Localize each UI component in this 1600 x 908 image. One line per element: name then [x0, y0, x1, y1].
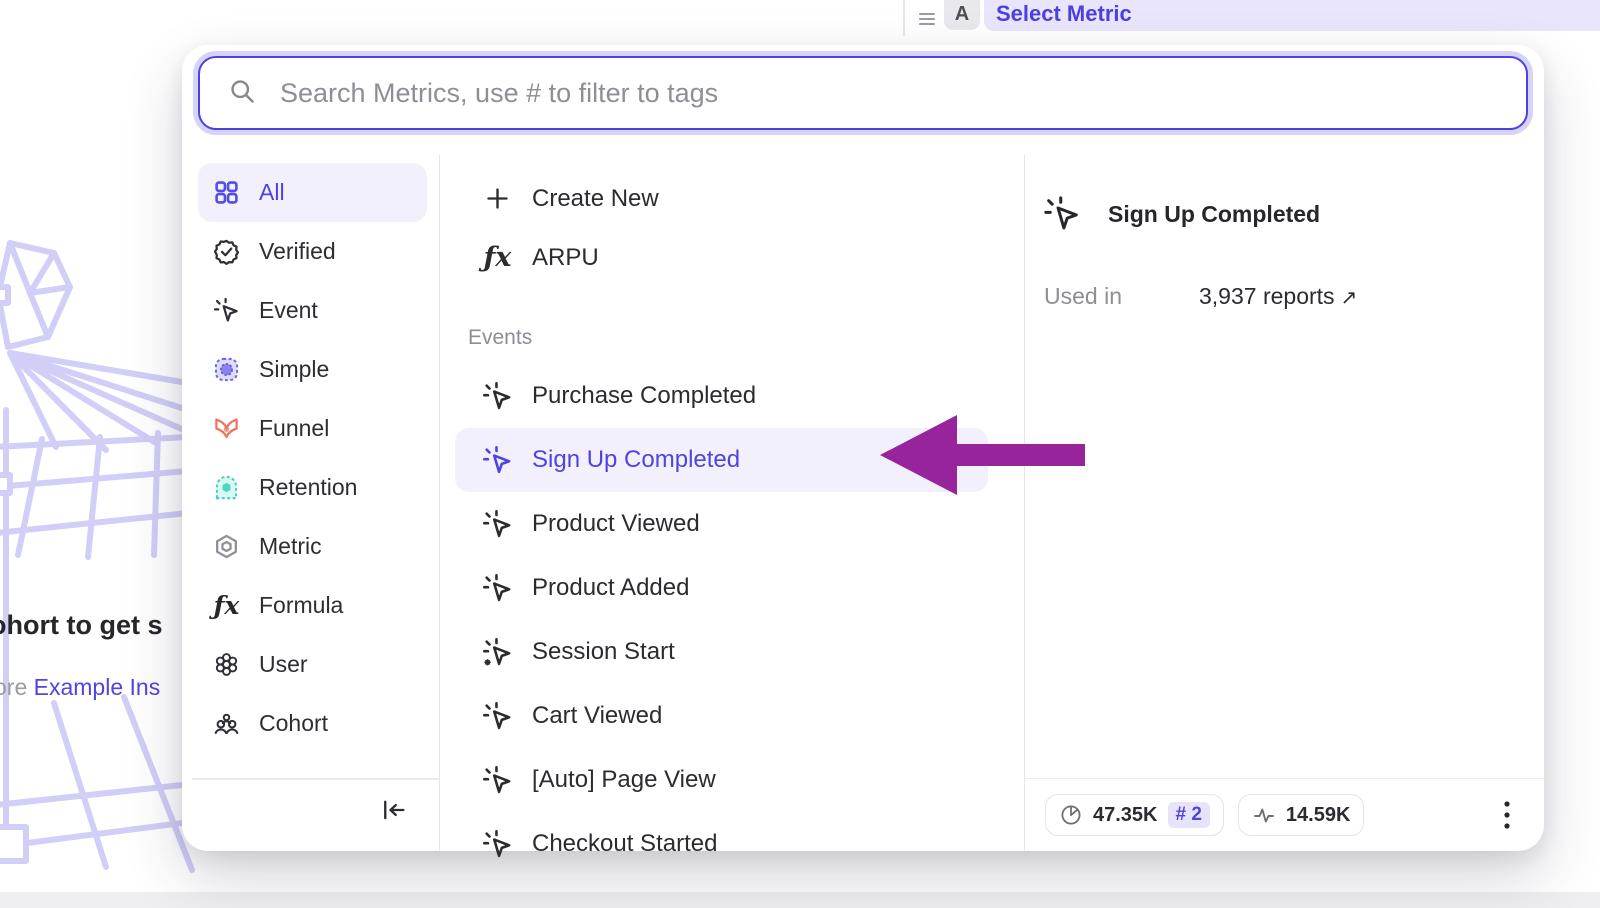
simple-shape-icon — [213, 356, 240, 383]
formula-icon: ƒx — [482, 242, 513, 273]
metric-detail-panel: Sign Up Completed Used in 3,937 reports↗ — [1024, 155, 1544, 851]
session-event-cursor-icon — [482, 637, 513, 668]
screen: A Select Metric ohort to get s or — [0, 0, 1600, 908]
event-cursor-icon — [1043, 195, 1081, 233]
search-bar[interactable] — [198, 56, 1528, 130]
activity-count-chip[interactable]: 14.59K — [1238, 794, 1365, 836]
metric-row-label: A — [944, 0, 980, 30]
sidebar-item-label: Retention — [259, 474, 357, 501]
list-item-product-viewed[interactable]: Product Viewed — [455, 492, 988, 556]
sidebar-item-cohort[interactable]: Cohort — [198, 694, 427, 753]
drag-handle-icon[interactable] — [916, 7, 938, 34]
search-input[interactable] — [278, 77, 1516, 110]
list-item-product-added[interactable]: Product Added — [455, 556, 988, 620]
list-item-cart-viewed[interactable]: Cart Viewed — [455, 684, 988, 748]
activity-icon — [1252, 803, 1276, 827]
list-item-label: Cart Viewed — [532, 702, 662, 730]
list-item-auto-page-view[interactable]: [Auto] Page View — [455, 748, 988, 812]
sidebar-item-label: Funnel — [259, 415, 329, 442]
list-item-label: Product Viewed — [532, 510, 700, 538]
event-cursor-icon — [482, 381, 513, 412]
list-item-label: ARPU — [532, 244, 599, 272]
list-item-purchase-completed[interactable]: Purchase Completed — [455, 364, 988, 428]
background-subline-prefix: ore — [0, 674, 27, 700]
sidebar-item-label: Formula — [259, 592, 343, 619]
search-icon — [228, 77, 256, 110]
reports-link[interactable]: 3,937 reports↗ — [1199, 283, 1357, 310]
event-cursor-icon — [482, 829, 513, 860]
panel-divider — [903, 0, 905, 36]
used-in-row: Used in 3,937 reports↗ — [1044, 283, 1544, 310]
event-cursor-icon — [482, 573, 513, 604]
list-item-label: [Auto] Page View — [532, 766, 716, 794]
metric-picker-dialog: All Verified — [182, 45, 1544, 851]
retention-icon — [213, 474, 240, 501]
sidebar-item-verified[interactable]: Verified — [198, 222, 427, 281]
sidebar-item-funnel[interactable]: Funnel — [198, 399, 427, 458]
list-item-checkout-started[interactable]: Checkout Started — [455, 812, 988, 876]
grid-icon — [213, 179, 240, 206]
chip-value: 14.59K — [1286, 804, 1351, 827]
sidebar-item-metric[interactable]: Metric — [198, 517, 427, 576]
formula-icon: ƒx — [213, 592, 240, 619]
sidebar-item-label: Simple — [259, 356, 329, 383]
create-new-button[interactable]: Create New — [455, 169, 988, 228]
select-metric-row[interactable]: Select Metric — [984, 0, 1600, 31]
funnel-icon — [213, 415, 240, 442]
external-link-icon: ↗ — [1341, 287, 1358, 309]
event-cursor-icon — [482, 701, 513, 732]
sidebar-item-label: Metric — [259, 533, 322, 560]
sidebar-item-event[interactable]: Event — [198, 281, 427, 340]
events-section-header: Events — [455, 287, 1024, 364]
sidebar-item-label: Event — [259, 297, 318, 324]
window-bottom-edge — [0, 892, 1600, 908]
report-count-chip[interactable]: 47.35K # 2 — [1045, 794, 1224, 836]
select-metric-label: Select Metric — [996, 1, 1132, 27]
sidebar-item-label: Verified — [259, 238, 336, 265]
list-item-arpu[interactable]: ƒx ARPU — [455, 228, 988, 287]
user-cluster-icon — [213, 651, 240, 678]
background-illustration — [0, 225, 196, 875]
detail-title: Sign Up Completed — [1108, 201, 1320, 228]
hexagon-icon — [213, 533, 240, 560]
verified-badge-icon — [213, 238, 240, 265]
background-subline: ore Example Ins — [0, 674, 160, 701]
sidebar-item-label: Cohort — [259, 710, 328, 737]
list-item-label: Product Added — [532, 574, 689, 602]
sidebar-item-label: User — [259, 651, 308, 678]
sidebar-item-all[interactable]: All — [198, 163, 427, 222]
event-cursor-icon — [482, 509, 513, 540]
background-headline: ohort to get s — [0, 610, 162, 641]
sidebar-item-retention[interactable]: Retention — [198, 458, 427, 517]
used-in-label: Used in — [1044, 283, 1199, 310]
list-item-session-start[interactable]: Session Start — [455, 620, 988, 684]
create-new-label: Create New — [532, 185, 659, 213]
plus-icon — [482, 183, 513, 214]
event-cursor-icon — [482, 445, 513, 476]
detail-footer: 47.35K # 2 14.59K — [1025, 778, 1544, 851]
list-item-label: Checkout Started — [532, 830, 717, 858]
list-item-label: Sign Up Completed — [532, 446, 740, 474]
event-cursor-icon — [213, 297, 240, 324]
list-item-sign-up-completed[interactable]: Sign Up Completed — [455, 428, 988, 492]
rank-badge: # 2 — [1168, 802, 1210, 828]
chip-value: 47.35K — [1093, 804, 1158, 827]
cohort-people-icon — [213, 710, 240, 737]
more-options-button[interactable] — [1492, 798, 1522, 832]
list-item-label: Purchase Completed — [532, 382, 756, 410]
event-cursor-icon — [482, 765, 513, 796]
picker-columns: All Verified — [182, 155, 1544, 851]
sidebar-item-formula[interactable]: ƒx Formula — [198, 576, 427, 635]
metric-list: Create New ƒx ARPU Events Purchase Compl… — [440, 155, 1024, 851]
sidebar-footer-divider — [192, 778, 439, 780]
category-sidebar: All Verified — [182, 155, 440, 851]
pie-chart-icon — [1059, 803, 1083, 827]
sidebar-item-user[interactable]: User — [198, 635, 427, 694]
example-insights-link[interactable]: Example Ins — [34, 674, 161, 700]
list-item-label: Session Start — [532, 638, 675, 666]
detail-header: Sign Up Completed — [1025, 155, 1544, 233]
sidebar-item-label: All — [259, 179, 285, 206]
sidebar-item-simple[interactable]: Simple — [198, 340, 427, 399]
collapse-sidebar-button[interactable] — [377, 793, 411, 827]
